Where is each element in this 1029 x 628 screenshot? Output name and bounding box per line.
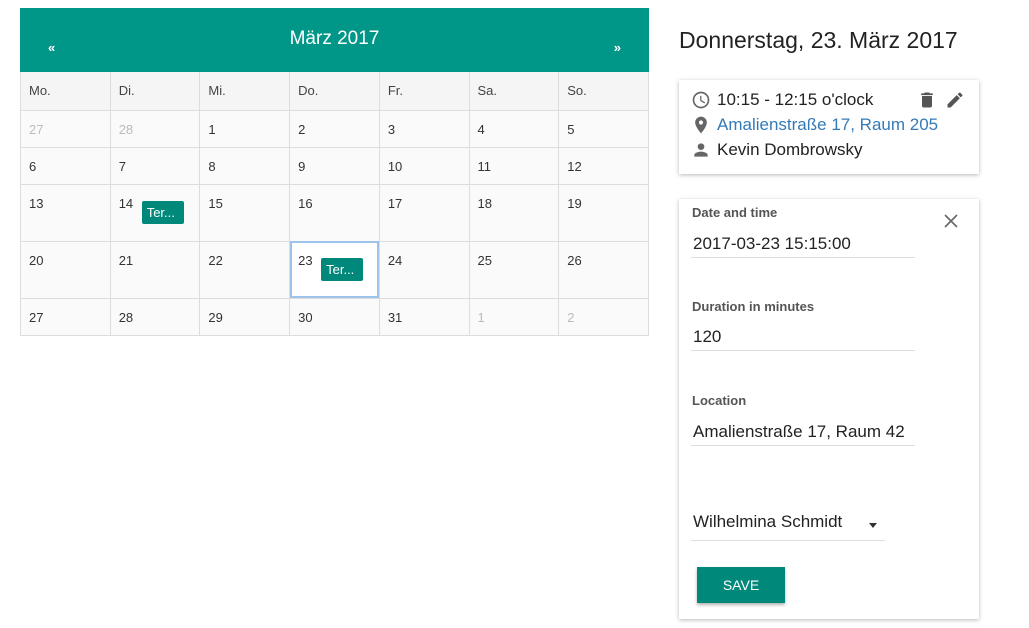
person-select[interactable]: Wilhelmina Schmidt [691,512,885,541]
day-cell[interactable]: 7 [109,146,201,185]
delete-icon[interactable] [917,90,937,110]
calendar-grid: Mo. Di. Mi. Do. Fr. Sa. So. 27 28 1 2 3 … [20,72,649,336]
event-actions [917,90,965,110]
day-cell[interactable]: 13 [20,183,111,242]
day-cell[interactable]: 2 [558,297,649,336]
week-row: 20 21 22 23 Ter... 24 25 26 [20,240,649,299]
weekday-header: Do. [289,72,380,111]
month-title: März 2017 [289,28,380,49]
day-cell[interactable]: 27 [20,297,111,336]
day-cell[interactable]: 8 [199,146,291,185]
edit-icon[interactable] [945,90,965,110]
day-cell[interactable]: 10 [378,146,470,185]
datetime-label: Date and time [692,205,778,220]
day-cell[interactable]: 28 [109,109,201,148]
week-row: 27 28 1 2 3 4 5 [20,109,649,148]
day-cell[interactable]: 18 [468,183,560,242]
weekday-header: So. [558,72,649,111]
day-cell[interactable]: 24 [378,240,470,299]
week-row: 6 7 8 9 10 11 12 [20,146,649,185]
week-row: 27 28 29 30 31 1 2 [20,297,649,336]
day-cell-selected[interactable]: 23 Ter... [289,240,380,299]
day-cell[interactable]: 21 [109,240,201,299]
next-month-button[interactable]: » [614,40,621,55]
day-cell[interactable]: 31 [378,297,470,336]
weekday-header: Sa. [468,72,560,111]
day-cell[interactable]: 6 [20,146,111,185]
weekday-header-row: Mo. Di. Mi. Do. Fr. Sa. So. [20,72,649,111]
duration-field[interactable] [691,323,915,351]
clock-icon [692,91,710,109]
event-time-row: 10:15 - 12:15 o'clock [691,90,873,110]
weekday-header: Mi. [199,72,291,111]
day-cell[interactable]: 30 [289,297,380,336]
day-cell[interactable]: 17 [378,183,470,242]
day-cell[interactable]: 12 [558,146,649,185]
day-cell[interactable]: 25 [468,240,560,299]
close-button[interactable] [941,211,961,231]
location-field[interactable] [691,418,915,446]
day-cell[interactable]: 4 [468,109,560,148]
day-cell[interactable]: 14 Ter... [109,183,201,242]
datetime-field[interactable] [691,230,915,258]
event-person: Kevin Dombrowsky [717,140,863,159]
day-cell[interactable]: 9 [289,146,380,185]
day-number: 23 [298,252,313,268]
day-cell[interactable]: 15 [199,183,291,242]
day-cell[interactable]: 11 [468,146,560,185]
weekday-header: Mo. [20,72,111,111]
week-row: 13 14 Ter... 15 16 17 18 19 [20,183,649,242]
person-select-value: Wilhelmina Schmidt [693,512,843,531]
day-cell[interactable]: 16 [289,183,380,242]
caret-down-icon [869,523,877,528]
day-cell[interactable]: 2 [289,109,380,148]
event-person-row: Kevin Dombrowsky [691,140,863,160]
day-cell[interactable]: 22 [199,240,291,299]
event-location-row: Amalienstraße 17, Raum 205 [691,115,938,135]
event-chip[interactable]: Ter... [321,257,364,281]
day-cell[interactable]: 29 [199,297,291,336]
day-cell[interactable]: 28 [109,297,201,336]
event-detail-card: 10:15 - 12:15 o'clock Amalienstraße 17, … [679,80,979,174]
weekday-header: Di. [109,72,201,111]
selected-day-title: Donnerstag, 23. März 2017 [679,27,958,53]
calendar: « März 2017 » Mo. Di. Mi. Do. Fr. Sa. So… [20,8,649,336]
close-icon [944,214,958,228]
day-cell[interactable]: 5 [558,109,649,148]
calendar-header: « März 2017 » [20,8,649,72]
save-button[interactable]: SAVE [697,567,785,603]
day-cell[interactable]: 19 [558,183,649,242]
day-cell[interactable]: 1 [468,297,560,336]
weekday-header: Fr. [378,72,470,111]
location-label: Location [692,393,747,408]
map-pin-icon [695,116,707,134]
day-cell[interactable]: 3 [378,109,470,148]
event-edit-form: Date and time Duration in minutes Locati… [679,199,979,619]
event-location-link[interactable]: Amalienstraße 17, Raum 205 [717,115,938,135]
event-chip[interactable]: Ter... [141,200,184,224]
event-time: 10:15 - 12:15 o'clock [717,90,874,109]
duration-label: Duration in minutes [692,299,815,314]
day-number: 14 [118,195,134,211]
day-cell[interactable]: 27 [20,109,111,148]
day-cell[interactable]: 26 [558,240,649,299]
day-cell[interactable]: 20 [20,240,111,299]
day-cell[interactable]: 1 [199,109,291,148]
person-icon [694,143,708,157]
